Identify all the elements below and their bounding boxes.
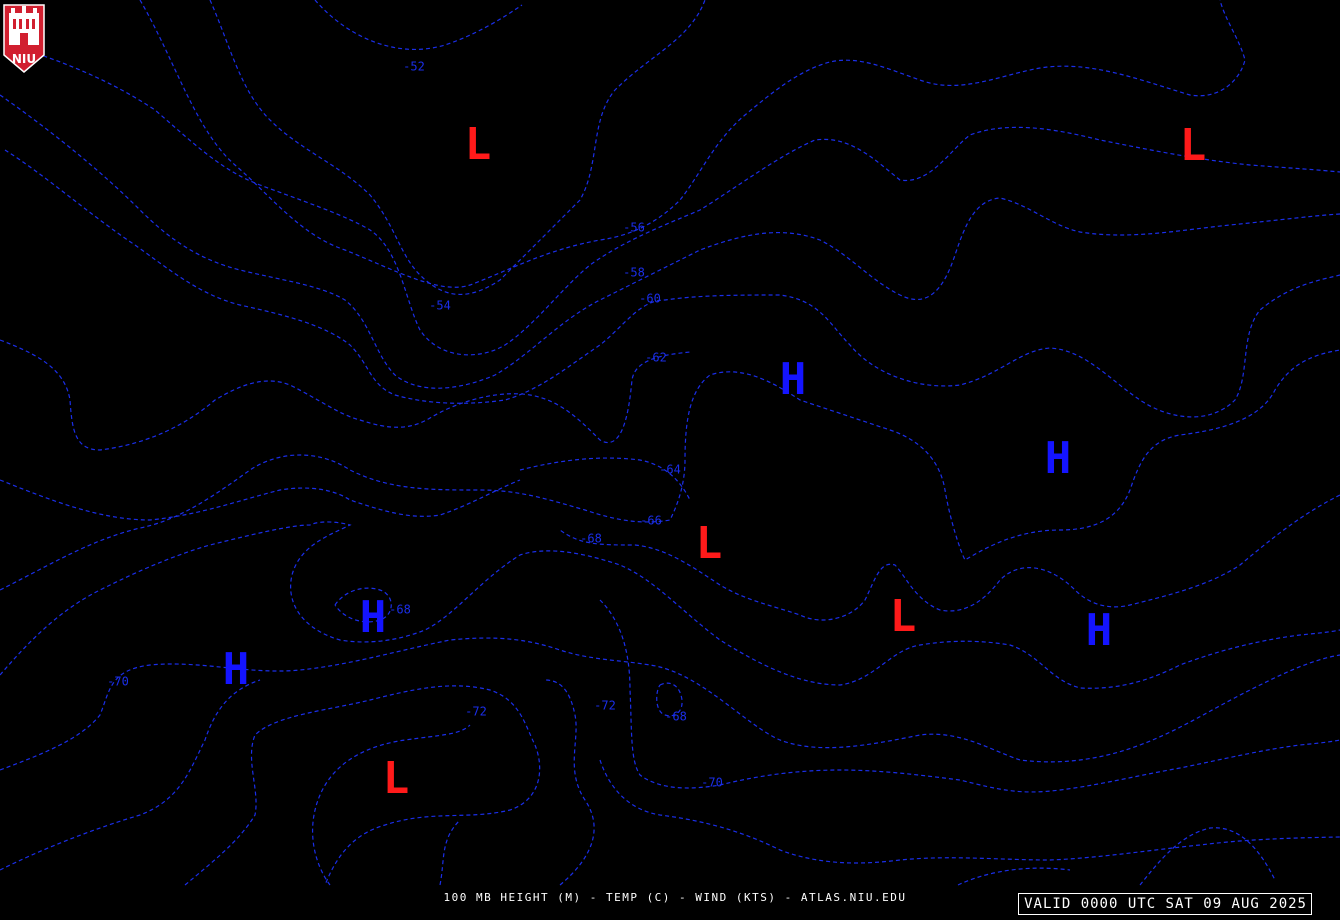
isotherm-line xyxy=(0,339,691,451)
isotherm-label: -52 xyxy=(403,60,425,74)
isotherm-line xyxy=(9,44,1340,356)
low-pressure-marker: L xyxy=(383,753,410,804)
high-pressure-marker: H xyxy=(780,354,807,405)
low-pressure-marker: L xyxy=(1180,120,1207,171)
isotherm-line xyxy=(4,149,1340,418)
isotherm-line xyxy=(1139,827,1276,886)
isotherm-label: -66 xyxy=(640,514,662,528)
isotherm-line xyxy=(0,94,1340,389)
isotherm-label: -68 xyxy=(665,710,687,724)
isotherm-line xyxy=(957,867,1071,886)
isotherm-label: -58 xyxy=(623,266,645,280)
isotherm-label: -68 xyxy=(389,603,411,617)
isotherm-contours xyxy=(0,0,1340,886)
isotherm-label: -70 xyxy=(107,675,129,689)
high-pressure-marker: H xyxy=(1086,605,1113,656)
isotherm-line xyxy=(559,494,1340,621)
isotherm-label: -56 xyxy=(623,221,645,235)
high-pressure-marker: H xyxy=(223,644,250,695)
map-canvas: -52 -56 -58 -60 -62 -64 -54 -66 -68 -68 -70 -72 -72 -… xyxy=(0,0,1340,886)
isotherm-label: -68 xyxy=(580,532,602,546)
isotherm-label: -72 xyxy=(465,705,487,719)
isotherm-line xyxy=(0,479,521,521)
high-pressure-marker: H xyxy=(360,592,387,643)
isotherm-line xyxy=(0,521,1340,689)
isotherm-line xyxy=(599,599,1340,793)
isotherm-line xyxy=(0,679,261,871)
valid-time-box: VALID 0000 UTC SAT 09 AUG 2025 xyxy=(1018,893,1312,915)
isotherm-line xyxy=(139,0,1246,288)
isotherm-line xyxy=(0,637,1340,771)
isotherm-label: -70 xyxy=(701,776,723,790)
isotherm-label: -72 xyxy=(594,699,616,713)
isotherm-line xyxy=(209,0,706,295)
isotherm-line xyxy=(544,679,595,886)
isotherm-line xyxy=(312,724,471,886)
low-pressure-marker: L xyxy=(696,518,723,569)
isotherm-label: -60 xyxy=(639,292,661,306)
high-pressure-marker: H xyxy=(1045,433,1072,484)
logo-text: NIU xyxy=(12,52,36,66)
low-pressure-marker: L xyxy=(890,591,917,642)
niu-logo: NIU xyxy=(3,4,45,73)
isotherm-line xyxy=(314,0,523,50)
isotherm-label: -54 xyxy=(429,299,451,313)
low-pressure-marker: L xyxy=(465,119,492,170)
isotherm-label: -64 xyxy=(659,463,681,477)
isotherm-line xyxy=(439,819,461,886)
pressure-systems: L L H H L L H H H L xyxy=(223,119,1207,804)
isotherm-label: -62 xyxy=(645,351,667,365)
